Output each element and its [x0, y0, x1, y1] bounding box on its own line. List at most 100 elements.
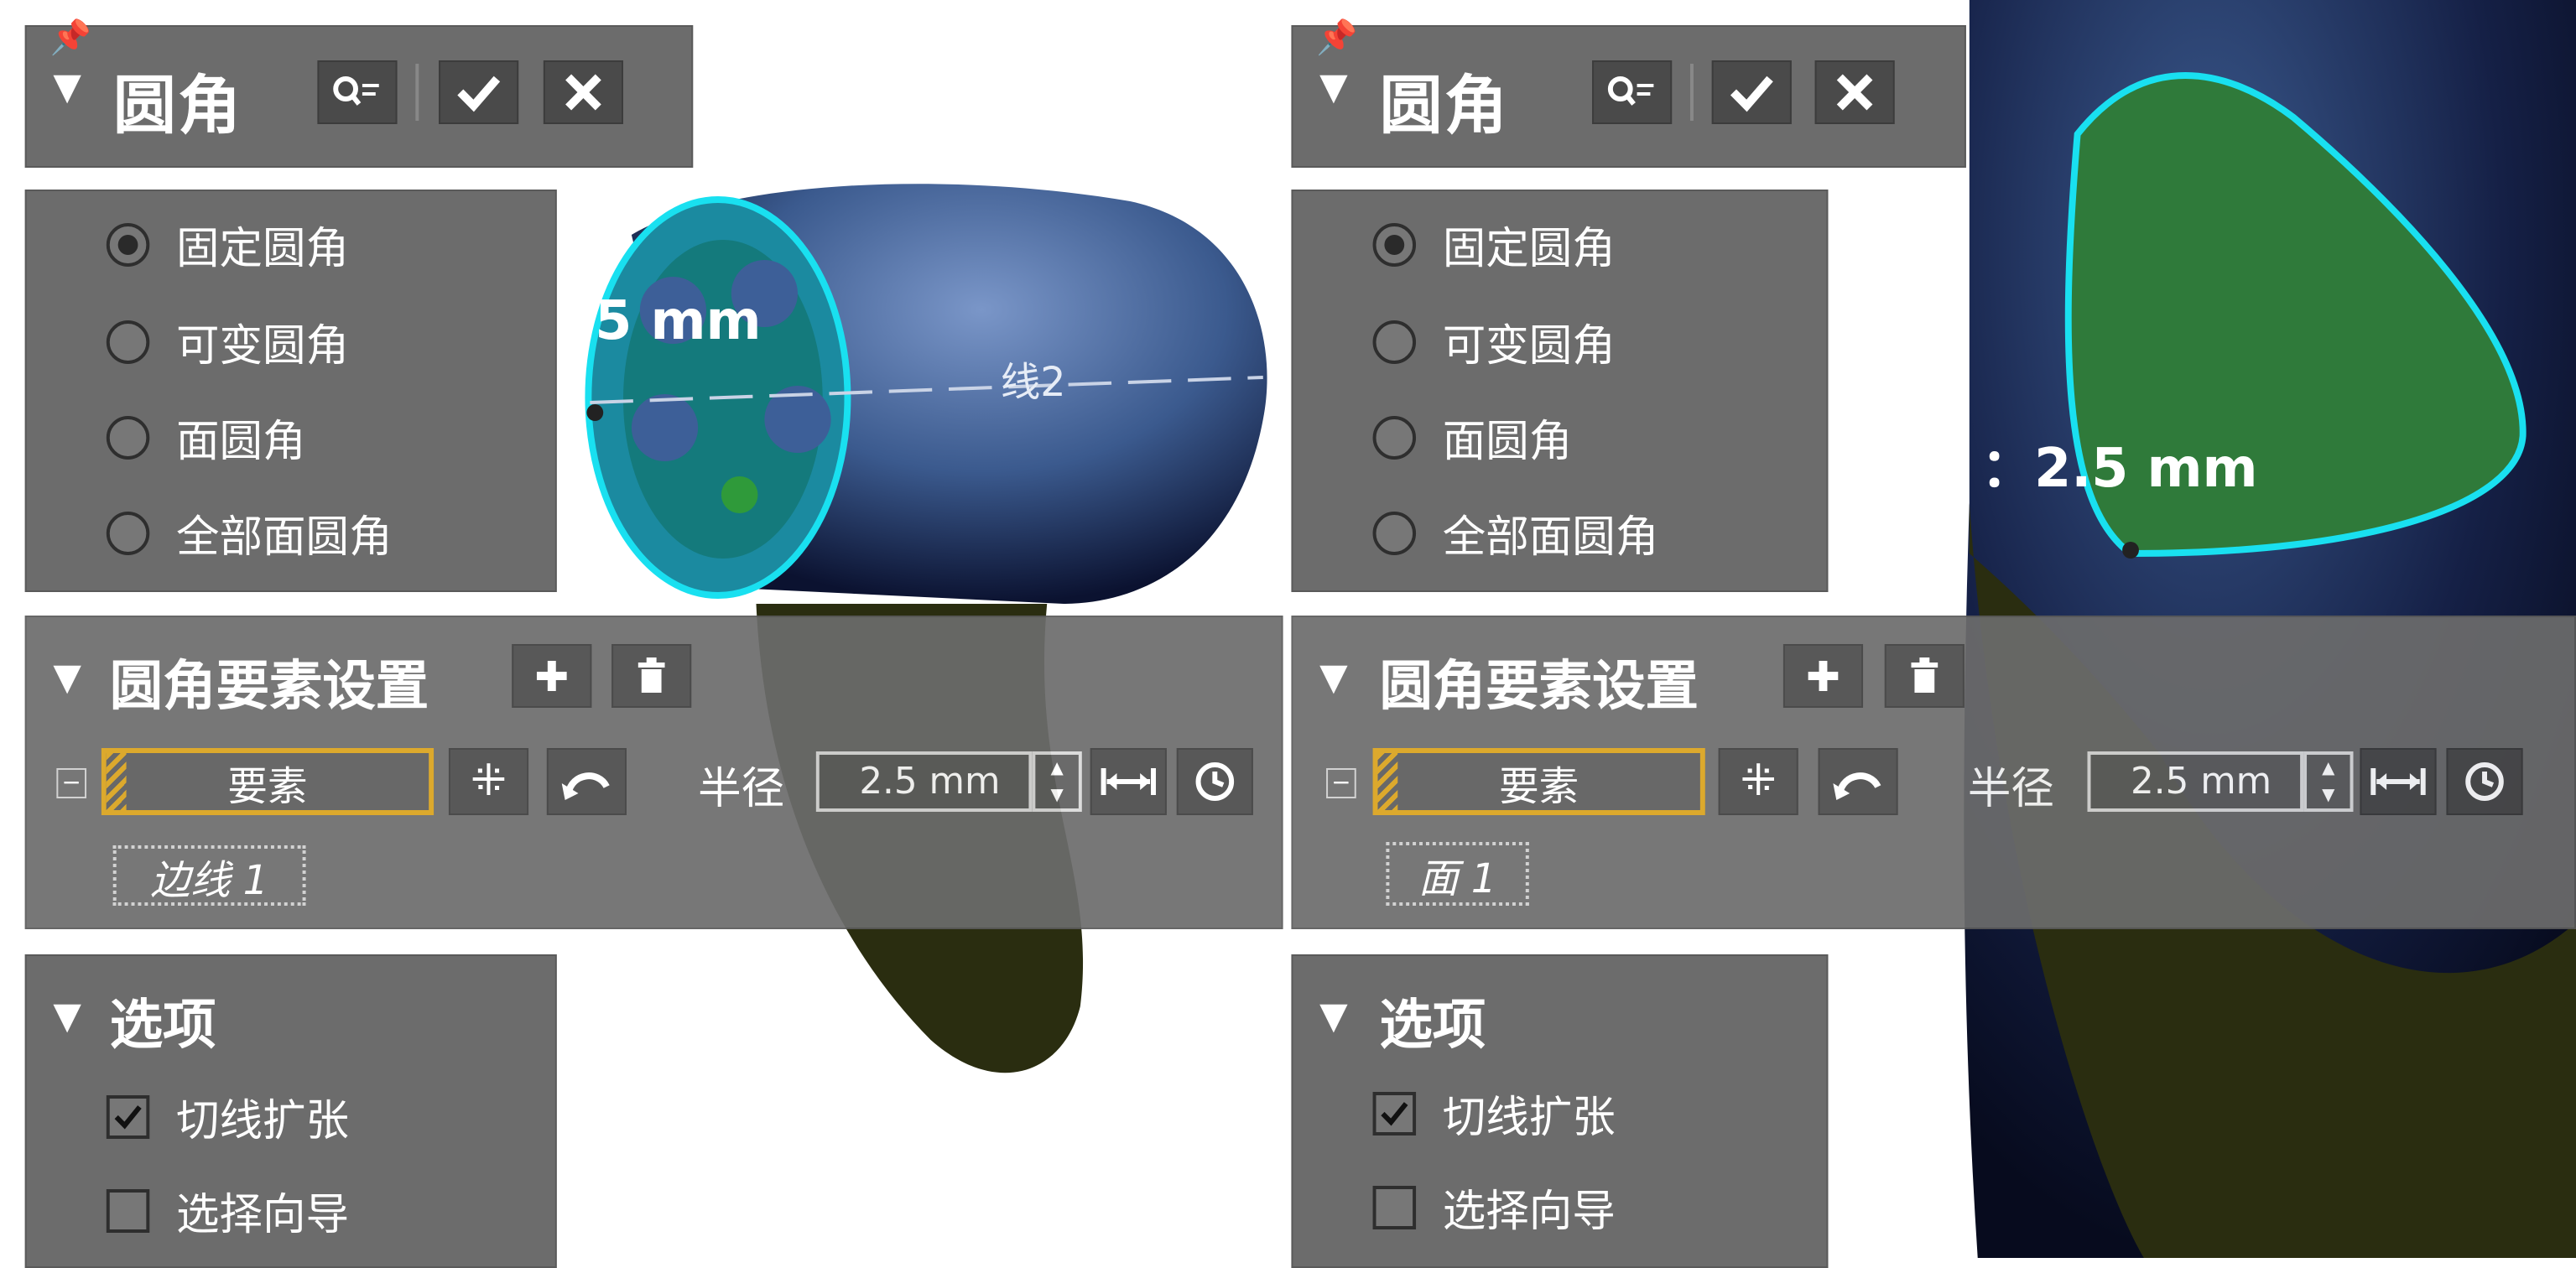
pin-icon[interactable]: 📌: [49, 17, 91, 57]
radio-button[interactable]: [1372, 320, 1417, 364]
option-label: 选择向导: [1442, 1187, 1616, 1237]
element-button-label: 要素: [1499, 762, 1579, 809]
element-select-button[interactable]: 要素: [1372, 748, 1705, 815]
radio-button[interactable]: [1372, 223, 1417, 267]
measure-button[interactable]: [2360, 748, 2437, 815]
measure-button[interactable]: [1090, 748, 1167, 815]
undo-icon: [561, 772, 610, 800]
add-element-button[interactable]: [512, 644, 592, 708]
collapse-row-icon[interactable]: −: [56, 768, 87, 798]
ok-button[interactable]: [439, 60, 519, 124]
fillet-type-label: 全部面圆角: [1442, 512, 1659, 563]
add-element-button[interactable]: [1782, 644, 1864, 708]
fillet-type-all-faces[interactable]: 全部面圆角: [1372, 500, 1659, 567]
check-icon: [1381, 1102, 1408, 1126]
pin-icon[interactable]: 📌: [1316, 17, 1357, 57]
preview-button[interactable]: [1592, 60, 1673, 124]
radio-button[interactable]: [1372, 416, 1417, 460]
radio-button[interactable]: [106, 512, 150, 555]
checkbox[interactable]: [1372, 1186, 1417, 1229]
hole: [721, 476, 758, 513]
fillet-type-label: 可变圆角: [176, 321, 350, 372]
element-settings-panel: ▼ 圆角要素设置 − 要素 ⁜ 半径 2.5 mm ▲ ▼ 边线 1: [24, 616, 1283, 929]
collapse-icon[interactable]: ▼: [1319, 67, 1348, 109]
radius-spinner[interactable]: ▲ ▼: [2303, 751, 2354, 812]
option-tangent-expand[interactable]: 切线扩张: [106, 1084, 349, 1151]
section-title: 圆角要素设置: [109, 654, 429, 718]
fillet-type-all-faces[interactable]: 全部面圆角: [106, 500, 393, 567]
spin-down-icon[interactable]: ▼: [1035, 782, 1079, 808]
radio-button[interactable]: [1372, 512, 1417, 555]
checkbox[interactable]: [106, 1095, 150, 1139]
fillet-type-label: 面圆角: [176, 417, 306, 467]
measure-icon: [1101, 768, 1156, 795]
preview-button[interactable]: [317, 60, 398, 124]
fillet-type-variable[interactable]: 可变圆角: [106, 309, 350, 376]
radius-input[interactable]: 2.5 mm: [815, 751, 1033, 812]
undo-button[interactable]: [546, 748, 627, 815]
fillet-type-panel: 固定圆角 可变圆角 面圆角 全部面圆角: [1291, 190, 1829, 592]
delete-element-button[interactable]: [611, 644, 692, 708]
undo-button[interactable]: [1818, 748, 1898, 815]
ok-button[interactable]: [1711, 60, 1792, 124]
spin-down-icon[interactable]: ▼: [2307, 782, 2350, 808]
collapse-icon[interactable]: ▼: [1319, 996, 1348, 1038]
collapse-icon[interactable]: ▼: [53, 67, 81, 109]
fillet-type-fixed[interactable]: 固定圆角: [106, 211, 349, 278]
option-selection-wizard[interactable]: 选择向导: [1372, 1174, 1616, 1241]
fillet-type-face[interactable]: 面圆角: [1372, 404, 1573, 471]
plus-icon: [1808, 661, 1839, 691]
close-icon: [565, 74, 601, 111]
option-tangent-expand[interactable]: 切线扩张: [1372, 1080, 1616, 1147]
anchor-point: [586, 404, 604, 421]
fillet-type-face[interactable]: 面圆角: [106, 404, 306, 471]
option-selection-wizard[interactable]: 选择向导: [106, 1177, 350, 1245]
section-title: 选项: [109, 993, 216, 1057]
history-button[interactable]: [2446, 748, 2523, 815]
multi-select-button[interactable]: ⁜: [448, 748, 529, 815]
option-label: 选择向导: [176, 1190, 350, 1240]
collapse-icon[interactable]: ▼: [53, 657, 81, 699]
dimension-label: 5 mm: [595, 288, 762, 352]
section-title: 圆角要素设置: [1379, 654, 1699, 718]
separator: [415, 64, 419, 121]
check-icon: [1730, 75, 1773, 112]
fillet-type-label: 可变圆角: [1442, 321, 1616, 372]
spin-up-icon[interactable]: ▲: [2307, 755, 2350, 782]
element-select-button[interactable]: 要素: [101, 748, 435, 815]
fillet-type-variable[interactable]: 可变圆角: [1372, 309, 1616, 376]
fillet-type-label: 全部面圆角: [176, 512, 393, 563]
radius-label: 半径: [1967, 765, 2054, 815]
radio-button[interactable]: [106, 223, 150, 267]
options-panel: ▼ 选项 切线扩张 选择向导: [1291, 954, 1829, 1268]
checkbox[interactable]: [1372, 1092, 1417, 1135]
plus-icon: [536, 661, 567, 691]
history-icon: [1195, 762, 1235, 801]
radius-input[interactable]: 2.5 mm: [2087, 751, 2304, 812]
radius-spinner[interactable]: ▲ ▼: [1032, 751, 1082, 812]
element-button-label: 要素: [227, 762, 308, 809]
cancel-button[interactable]: [1814, 60, 1895, 124]
selected-element-item[interactable]: 面 1: [1386, 842, 1529, 906]
radio-button[interactable]: [106, 416, 150, 460]
collapse-icon[interactable]: ▼: [53, 996, 81, 1038]
collapse-row-icon[interactable]: −: [1326, 768, 1356, 798]
fillet-type-label: 面圆角: [1442, 417, 1573, 467]
history-button[interactable]: [1176, 748, 1253, 815]
checkbox[interactable]: [106, 1189, 150, 1233]
dialog-title: 圆角: [1379, 69, 1510, 143]
dimension-label: ：2.5 mm: [1980, 436, 2258, 500]
spin-up-icon[interactable]: ▲: [1035, 755, 1079, 782]
radio-button[interactable]: [106, 320, 150, 364]
delete-element-button[interactable]: [1884, 644, 1965, 708]
history-icon: [2465, 762, 2504, 801]
collapse-icon[interactable]: ▼: [1319, 657, 1348, 699]
selected-element-item[interactable]: 边线 1: [112, 845, 306, 906]
cancel-button[interactable]: [543, 60, 623, 124]
multi-select-button[interactable]: ⁜: [1718, 748, 1798, 815]
fillet-type-fixed[interactable]: 固定圆角: [1372, 211, 1616, 278]
screenshot: 5 mm 线2 ：2.5 mm 📌 ▼ 圆角 固定圆角 可变圆角 面圆角 全部面…: [0, 0, 2576, 1268]
undo-icon: [1833, 772, 1881, 800]
close-icon: [1836, 74, 1873, 111]
trash-icon: [1911, 657, 1939, 693]
